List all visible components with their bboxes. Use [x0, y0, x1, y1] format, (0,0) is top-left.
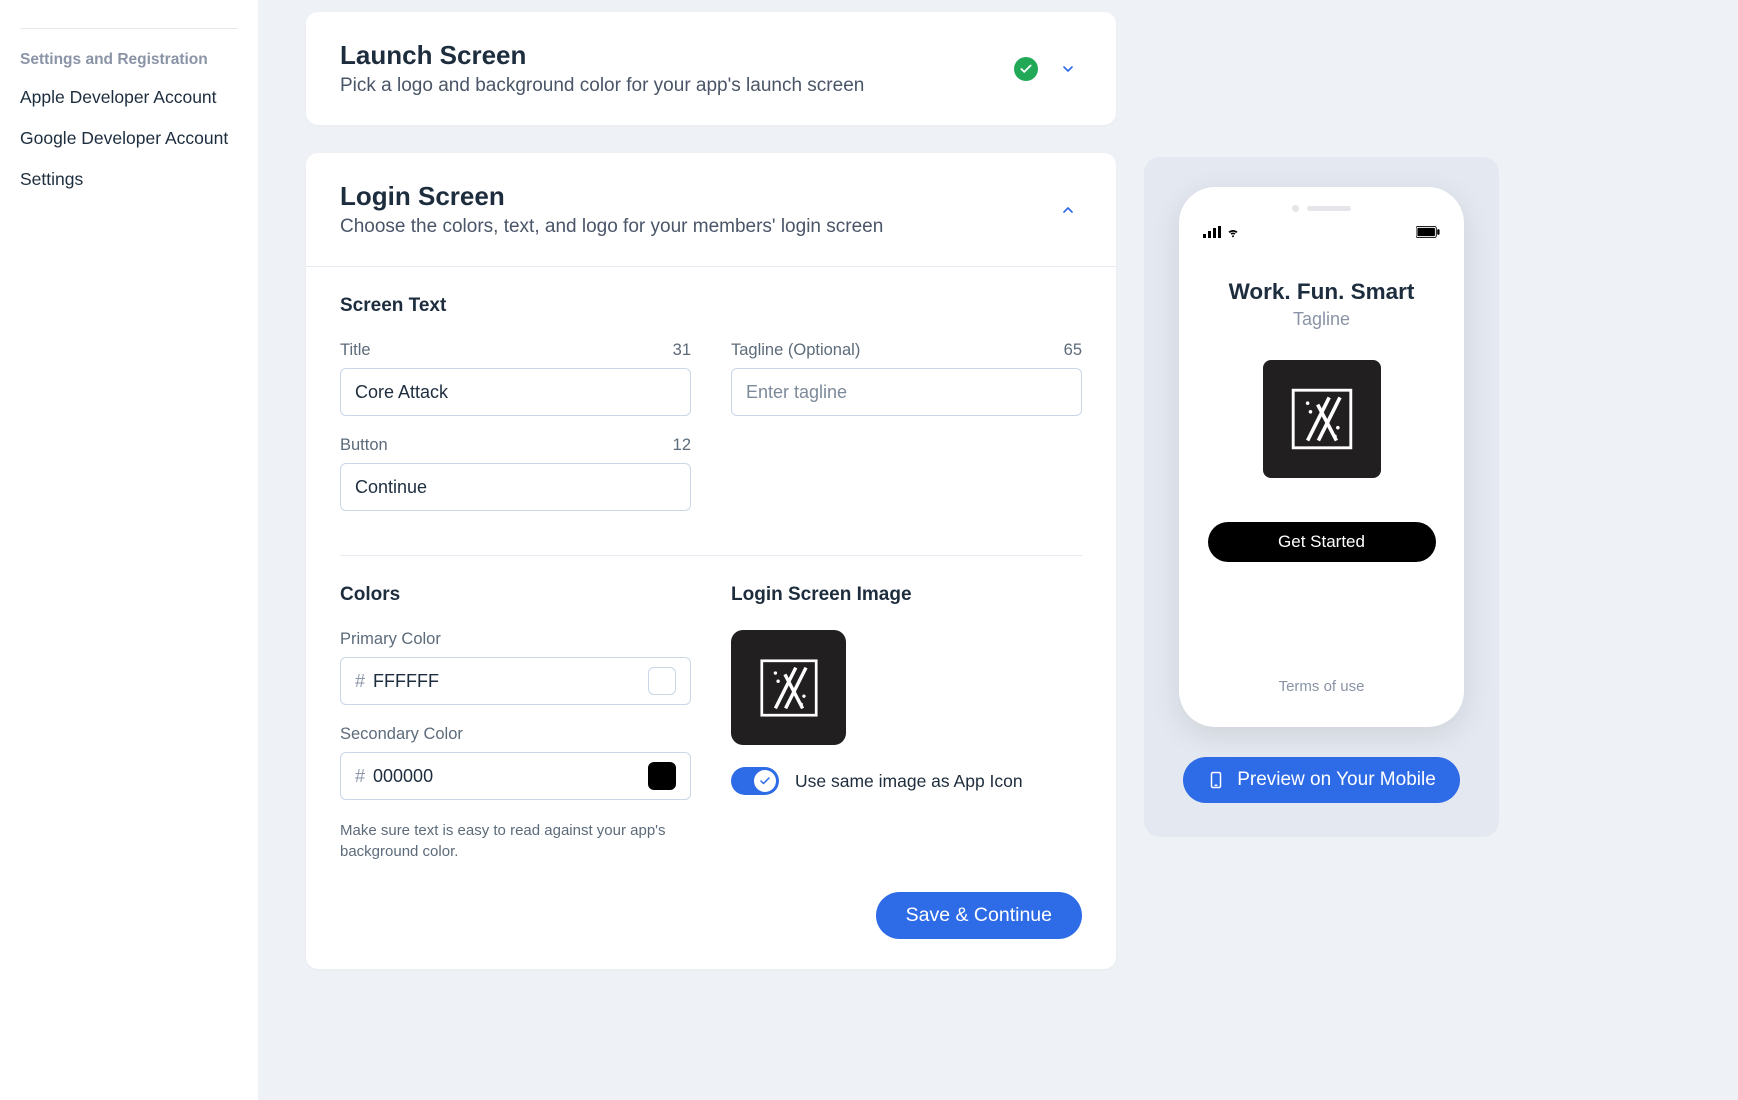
phone-frame: Work. Fun. Smart Tagline: [1179, 187, 1464, 727]
color-helper-text: Make sure text is easy to read against y…: [340, 820, 690, 862]
title-input-inner[interactable]: [355, 382, 676, 403]
login-screen-card: Login Screen Choose the colors, text, an…: [306, 153, 1116, 969]
preview-terms-link[interactable]: Terms of use: [1279, 678, 1365, 695]
launch-screen-header[interactable]: Launch Screen Pick a logo and background…: [306, 12, 1116, 125]
launch-screen-card: Launch Screen Pick a logo and background…: [306, 12, 1116, 125]
preview-tagline: Tagline: [1293, 309, 1350, 330]
preview-logo-tile: [1263, 360, 1381, 478]
tagline-count: 65: [1064, 341, 1082, 360]
login-screen-image-tile[interactable]: [731, 630, 846, 745]
login-screen-title: Login Screen: [340, 181, 1038, 212]
sidebar-item-label: Settings: [20, 169, 83, 189]
primary-color-label: Primary Color: [340, 630, 441, 649]
tagline-label: Tagline (Optional): [731, 341, 860, 360]
save-continue-button[interactable]: Save & Continue: [876, 892, 1082, 939]
button-text-input-inner[interactable]: [355, 477, 676, 498]
hash-prefix: #: [355, 671, 365, 692]
use-same-image-label: Use same image as App Icon: [795, 771, 1023, 792]
section-divider: [340, 555, 1082, 556]
primary-color-swatch[interactable]: [648, 667, 676, 695]
button-label: Button: [340, 436, 388, 455]
chevron-up-icon[interactable]: [1054, 202, 1082, 218]
sidebar-item-google-developer[interactable]: Google Developer Account: [20, 128, 238, 149]
phone-status-bar: [1189, 218, 1454, 245]
button-count: 12: [673, 436, 691, 455]
title-count: 31: [673, 341, 691, 360]
tagline-input-inner[interactable]: [746, 382, 1067, 403]
button-text-input[interactable]: [340, 463, 691, 511]
signal-bars-icon: [1203, 226, 1221, 241]
phone-speaker-icon: [1307, 206, 1351, 211]
preview-cta-button[interactable]: Get Started: [1208, 522, 1436, 562]
phone-camera-icon: [1292, 205, 1299, 212]
battery-icon: [1416, 226, 1440, 241]
secondary-color-swatch[interactable]: [648, 762, 676, 790]
title-label: Title: [340, 341, 371, 360]
sidebar-divider: [20, 28, 238, 29]
app-logo-icon: [1286, 383, 1358, 455]
sidebar-item-label: Apple Developer Account: [20, 87, 217, 107]
tagline-input[interactable]: [731, 368, 1082, 416]
hash-prefix: #: [355, 766, 365, 787]
sidebar-item-settings[interactable]: Settings: [20, 169, 238, 190]
launch-screen-subtitle: Pick a logo and background color for you…: [340, 75, 998, 97]
screen-text-heading: Screen Text: [340, 295, 1082, 317]
sidebar-section-heading: Settings and Registration: [20, 51, 238, 69]
launch-screen-title: Launch Screen: [340, 40, 998, 71]
check-complete-icon: [1014, 57, 1038, 81]
chevron-down-icon[interactable]: [1054, 61, 1082, 77]
toggle-knob: [754, 770, 776, 792]
primary-color-input[interactable]: #: [340, 657, 691, 705]
preview-title: Work. Fun. Smart: [1229, 279, 1415, 305]
title-input[interactable]: [340, 368, 691, 416]
preview-on-mobile-button[interactable]: Preview on Your Mobile: [1183, 757, 1460, 803]
wifi-icon: [1225, 226, 1241, 241]
mobile-icon: [1207, 769, 1225, 791]
primary-color-value[interactable]: [373, 671, 648, 692]
sidebar-item-label: Google Developer Account: [20, 128, 228, 148]
app-logo-icon: [755, 654, 823, 722]
login-image-heading: Login Screen Image: [731, 584, 1082, 606]
login-screen-header[interactable]: Login Screen Choose the colors, text, an…: [306, 153, 1116, 267]
phone-preview-panel: Work. Fun. Smart Tagline: [1144, 157, 1499, 837]
login-screen-subtitle: Choose the colors, text, and logo for yo…: [340, 216, 1038, 238]
colors-heading: Colors: [340, 584, 691, 606]
preview-button-label: Preview on Your Mobile: [1237, 769, 1436, 791]
secondary-color-label: Secondary Color: [340, 725, 463, 744]
secondary-color-input[interactable]: #: [340, 752, 691, 800]
use-same-image-toggle[interactable]: [731, 767, 779, 795]
sidebar-item-apple-developer[interactable]: Apple Developer Account: [20, 87, 238, 108]
secondary-color-value[interactable]: [373, 766, 648, 787]
